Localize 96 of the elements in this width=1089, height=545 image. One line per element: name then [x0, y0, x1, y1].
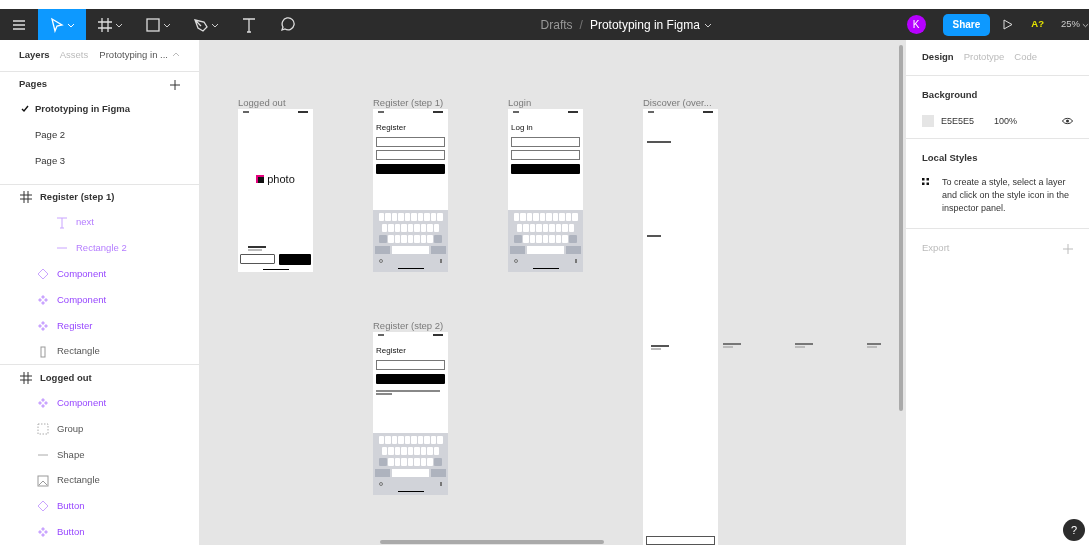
layer-name: Button [57, 499, 85, 514]
color-swatch[interactable] [922, 115, 934, 128]
layer-row[interactable]: next [0, 209, 199, 236]
pen-icon [193, 16, 209, 33]
comment-icon [279, 16, 295, 33]
logo-icon [256, 175, 265, 184]
filled-button-drawing [376, 164, 445, 174]
layer-name: Shape [57, 447, 85, 462]
input-field-drawing [376, 137, 445, 147]
input-field-drawing [511, 150, 580, 160]
accessibility-badge[interactable]: A? [1031, 17, 1044, 32]
layer-name: Logged out [40, 370, 92, 385]
layer-row[interactable]: Component [0, 287, 199, 313]
page-item[interactable]: Page 3 [0, 148, 199, 174]
layer-name: Rectangle 2 [76, 241, 127, 256]
layer-row[interactable]: Logged out [0, 364, 199, 391]
screen-heading: Register [376, 347, 407, 355]
filled-button-drawing [511, 164, 580, 174]
file-name-menu[interactable]: Prototyping in Figma [589, 15, 712, 34]
share-button[interactable]: Share [942, 13, 991, 36]
opacity-value[interactable]: 100% [994, 114, 1018, 128]
breadcrumb-folder[interactable]: Drafts [540, 15, 573, 34]
page-item[interactable]: Page 2 [0, 122, 199, 149]
layer-name: Group [57, 421, 84, 436]
rectangle-icon [37, 345, 49, 358]
plus-icon[interactable] [170, 79, 180, 90]
layer-name: Component [57, 292, 107, 307]
layer-row[interactable]: Component [0, 261, 199, 288]
image-icon [37, 474, 49, 487]
square-icon [145, 16, 161, 33]
layer-row[interactable]: Register [0, 312, 199, 339]
frame-title[interactable]: Login [508, 97, 583, 109]
layer-name: next [76, 215, 94, 230]
layer-row[interactable]: Button [0, 519, 199, 545]
text-icon [56, 216, 68, 229]
dots-icon [922, 177, 929, 185]
layer-name: Button [57, 524, 85, 539]
four-diamonds-icon [37, 526, 49, 539]
color-hex-value[interactable]: E5E5E5 [941, 114, 975, 128]
page-item[interactable]: Prototyping in Figma [0, 96, 199, 123]
input-field-drawing [511, 137, 580, 147]
eye-icon[interactable] [1062, 117, 1073, 126]
text-icon [241, 16, 257, 33]
vertical-scrollbar[interactable] [899, 45, 903, 411]
diamond-icon [37, 500, 49, 513]
section-title: Background [922, 88, 979, 102]
layer-name: Component [57, 396, 107, 410]
four-diamonds-icon [37, 397, 49, 410]
input-field-drawing [376, 150, 445, 160]
horizontal-scrollbar[interactable] [380, 540, 604, 544]
frame-title[interactable]: Logged out [238, 97, 313, 109]
layer-row[interactable]: Group [0, 416, 199, 442]
layer-name: Rectangle [57, 473, 100, 488]
help-button[interactable]: ? [1063, 519, 1085, 541]
section-title: Export [922, 241, 950, 256]
panel-tab[interactable]: Layers [19, 48, 50, 63]
logo-text: photo [267, 172, 295, 187]
layer-row[interactable]: Rectangle 2 [0, 235, 199, 262]
layer-row[interactable]: Rectangle [0, 338, 199, 365]
layer-row[interactable]: Rectangle [0, 467, 199, 494]
four-diamonds-icon [37, 293, 49, 306]
layer-row[interactable]: Register (step 1) [0, 183, 199, 210]
outline-button-drawing [240, 253, 275, 264]
layer-name: Component [57, 267, 107, 281]
frame-title[interactable]: Discover (over... [643, 97, 718, 109]
user-avatar[interactable]: K [906, 15, 926, 34]
layer-name: Register [57, 318, 93, 333]
layer-row[interactable]: Shape [0, 441, 199, 468]
filled-button-drawing [376, 374, 445, 384]
panel-tab[interactable]: Design [922, 50, 954, 65]
four-diamonds-icon [37, 319, 49, 332]
layer-row[interactable]: Button [0, 493, 199, 520]
layer-row[interactable]: Component [0, 390, 199, 416]
hint-text: To create a style, select a layer and click on the style icon in the inspector panel. [942, 175, 1071, 215]
section-title: Local Styles [922, 151, 979, 166]
input-field-drawing [376, 360, 445, 370]
cursor-icon [49, 16, 65, 33]
frame-title[interactable]: Register (step 1) [373, 97, 448, 109]
diamond-icon [37, 268, 49, 281]
check-icon [21, 105, 29, 114]
zoom-menu[interactable]: 25% [1061, 17, 1089, 32]
breadcrumb-separator: / [579, 16, 583, 34]
layer-name: Rectangle [57, 344, 100, 359]
screen-heading: Log in [511, 124, 534, 132]
dashed-square-icon [37, 422, 49, 435]
frame-title[interactable]: Register (step 2) [373, 320, 448, 332]
section-title: Pages [19, 77, 47, 92]
hash-icon [97, 16, 113, 33]
filled-button-drawing [278, 253, 311, 265]
play-icon[interactable] [1003, 19, 1014, 30]
hash-icon [20, 371, 32, 384]
hash-icon [20, 191, 32, 204]
layer-name: Register (step 1) [40, 190, 115, 205]
page-menu[interactable]: Prototyping in ... [99, 48, 180, 63]
outline-button-drawing [646, 536, 715, 545]
screen-heading: Register [376, 124, 407, 132]
